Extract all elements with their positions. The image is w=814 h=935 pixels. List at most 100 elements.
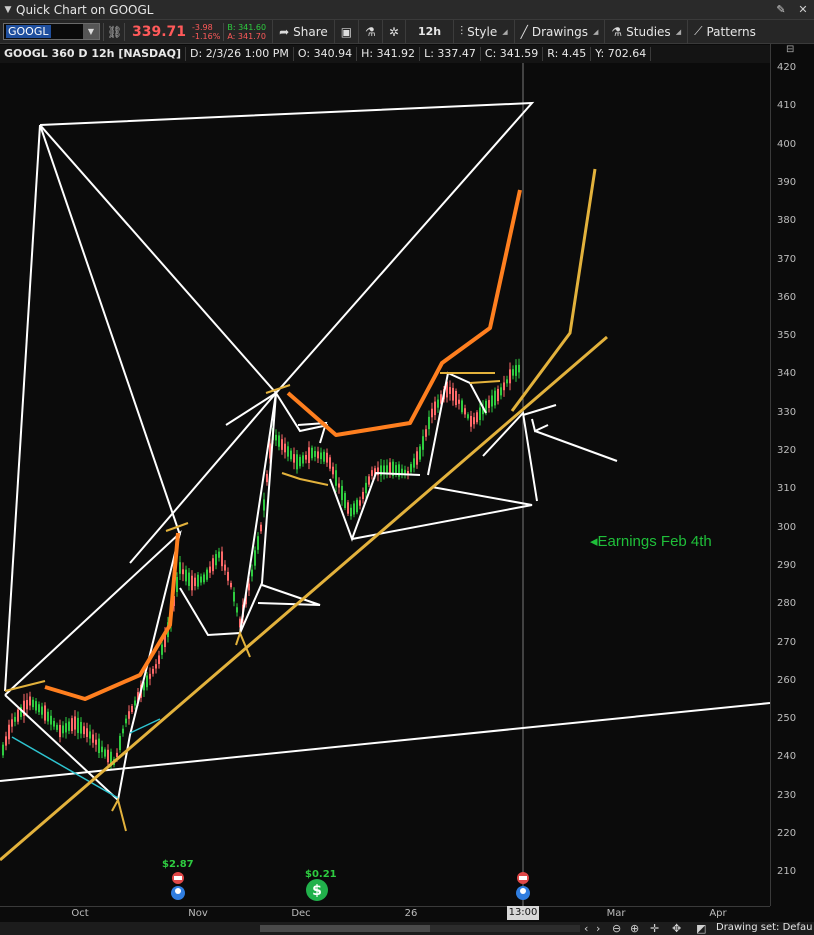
candle-body xyxy=(416,451,418,465)
orange-path-left[interactable] xyxy=(44,532,180,701)
candle-body xyxy=(26,700,28,710)
candle-body xyxy=(182,569,184,575)
candle-body xyxy=(515,365,517,376)
candle-body xyxy=(506,379,508,384)
symbol-text[interactable]: GOOGL xyxy=(6,25,51,38)
studies-label: Studies xyxy=(626,24,671,39)
candle-body xyxy=(278,435,280,447)
candle-body xyxy=(464,408,466,415)
candle-body xyxy=(158,655,160,664)
candle-body xyxy=(293,454,295,463)
white-arrowhead[interactable] xyxy=(531,418,549,433)
share-button[interactable]: ➦ Share xyxy=(272,19,334,44)
candle-body xyxy=(491,395,493,407)
orange-path-right[interactable] xyxy=(286,189,522,437)
white-wedge-left[interactable] xyxy=(4,529,182,802)
white-long-trendline[interactable] xyxy=(0,702,771,782)
candle-body xyxy=(476,412,478,423)
scroll-right-icon[interactable]: › xyxy=(596,922,600,935)
candle-body xyxy=(98,738,100,754)
candle-body xyxy=(215,554,217,566)
white-line-mid[interactable] xyxy=(39,124,181,536)
candle-body xyxy=(311,447,313,459)
close-icon[interactable]: ✕ xyxy=(792,3,814,16)
earnings-annotation[interactable]: ◂Earnings Feb 4th xyxy=(590,532,712,550)
price-axis[interactable]: 420 410 400 390 380 370 360 350 340 330 320 310 300 2… xyxy=(770,44,814,906)
drawing-set-label[interactable]: Drawing set: Defau xyxy=(716,922,812,933)
dividend-icon[interactable]: $ xyxy=(305,878,329,902)
price-tick: 410 xyxy=(777,100,797,112)
candle-body xyxy=(329,457,331,469)
white-line-left[interactable] xyxy=(4,124,41,692)
time-axis[interactable]: OctNovDec26FeMarApr xyxy=(0,906,770,922)
zoom-in-icon[interactable]: ⊕ xyxy=(630,922,639,935)
price-tick: 250 xyxy=(777,713,797,725)
style-button[interactable]: ⫶ Style ◢ xyxy=(453,19,514,44)
caret-down-icon[interactable]: ▼ xyxy=(0,5,16,15)
candle-body xyxy=(419,446,421,460)
style-dropdown-icon: ◢ xyxy=(502,27,508,36)
pan-icon[interactable]: ✥ xyxy=(672,922,681,935)
candle-body xyxy=(218,551,220,558)
pin-icon[interactable]: ✎ xyxy=(770,3,792,16)
candle-body xyxy=(71,718,73,732)
earnings-icon-feb[interactable] xyxy=(515,871,531,903)
white-channel[interactable] xyxy=(129,390,278,637)
yellow-mark-4[interactable] xyxy=(281,472,329,486)
earnings-icon[interactable] xyxy=(170,871,186,903)
price-chart[interactable]: $2.87 $0.21 $ ◂Earnings Feb 4th xyxy=(0,63,771,906)
dividend-amount-1: $2.87 xyxy=(162,859,194,870)
candle-body xyxy=(101,746,103,753)
candle-body xyxy=(341,485,343,501)
scrollbar-thumb[interactable] xyxy=(260,925,430,932)
time-tick: Mar xyxy=(606,908,626,919)
period-button[interactable]: 12h xyxy=(404,19,453,44)
symbol-dropdown-icon[interactable]: ▼ xyxy=(83,24,99,39)
candle-body xyxy=(44,705,46,721)
white-arrow-earnings[interactable] xyxy=(534,430,618,462)
svg-text:$: $ xyxy=(312,883,322,899)
white-arrow-2[interactable] xyxy=(482,410,538,502)
share-icon: ➦ xyxy=(279,24,290,39)
window-title: Quick Chart on GOOGL xyxy=(16,2,154,17)
white-triangle-right[interactable] xyxy=(351,486,533,540)
candle-body xyxy=(80,721,82,734)
candle-body xyxy=(41,706,43,715)
snapshot-button[interactable]: ▣ xyxy=(333,19,358,44)
candle-body xyxy=(107,749,109,763)
candle-body xyxy=(338,483,340,488)
yellow-mark-1[interactable] xyxy=(4,680,46,692)
candle-body xyxy=(89,731,91,739)
zoom-out-icon[interactable]: ⊖ xyxy=(612,922,621,935)
scroll-left-icon[interactable]: ‹ xyxy=(584,922,588,935)
white-arrow-1[interactable] xyxy=(257,584,321,606)
candle-body xyxy=(449,387,451,394)
yellow-projection[interactable] xyxy=(510,168,597,412)
horizontal-scrollbar[interactable] xyxy=(260,925,580,932)
candle-body xyxy=(467,414,469,419)
candle-body xyxy=(437,399,439,408)
flask-button[interactable]: ⚗ xyxy=(358,19,382,44)
chart-canvas[interactable] xyxy=(0,63,771,906)
symbol-input[interactable]: GOOGL ▼ xyxy=(3,23,100,40)
white-drawings[interactable] xyxy=(0,101,771,802)
candle-body xyxy=(197,574,199,587)
net-change: -3.98 xyxy=(192,22,213,32)
bar-date: D: 2/3/26 1:00 PM xyxy=(186,47,294,61)
drawing-set-icon[interactable]: ◩ xyxy=(696,922,706,935)
candle-body xyxy=(395,465,397,475)
yellow-arrow-1[interactable] xyxy=(111,797,127,832)
yellow-mark-6[interactable] xyxy=(469,380,501,384)
patterns-button[interactable]: ⟋ Patterns xyxy=(687,19,762,44)
studies-button[interactable]: ⚗ Studies ◢ xyxy=(604,19,687,44)
candle-body xyxy=(302,455,304,464)
candle-body xyxy=(224,564,226,571)
settings-button[interactable]: ✲ xyxy=(381,19,405,44)
candle-body xyxy=(260,524,262,532)
axis-settings-icon[interactable]: ⊟ xyxy=(786,44,794,55)
price-tick: 240 xyxy=(777,751,797,763)
yellow-support-trendline[interactable] xyxy=(0,335,608,862)
link-icon[interactable]: ⛓ xyxy=(107,25,122,39)
drawings-button[interactable]: ╱ Drawings ◢ xyxy=(513,19,605,44)
crosshair-icon[interactable]: ✛ xyxy=(650,922,659,935)
